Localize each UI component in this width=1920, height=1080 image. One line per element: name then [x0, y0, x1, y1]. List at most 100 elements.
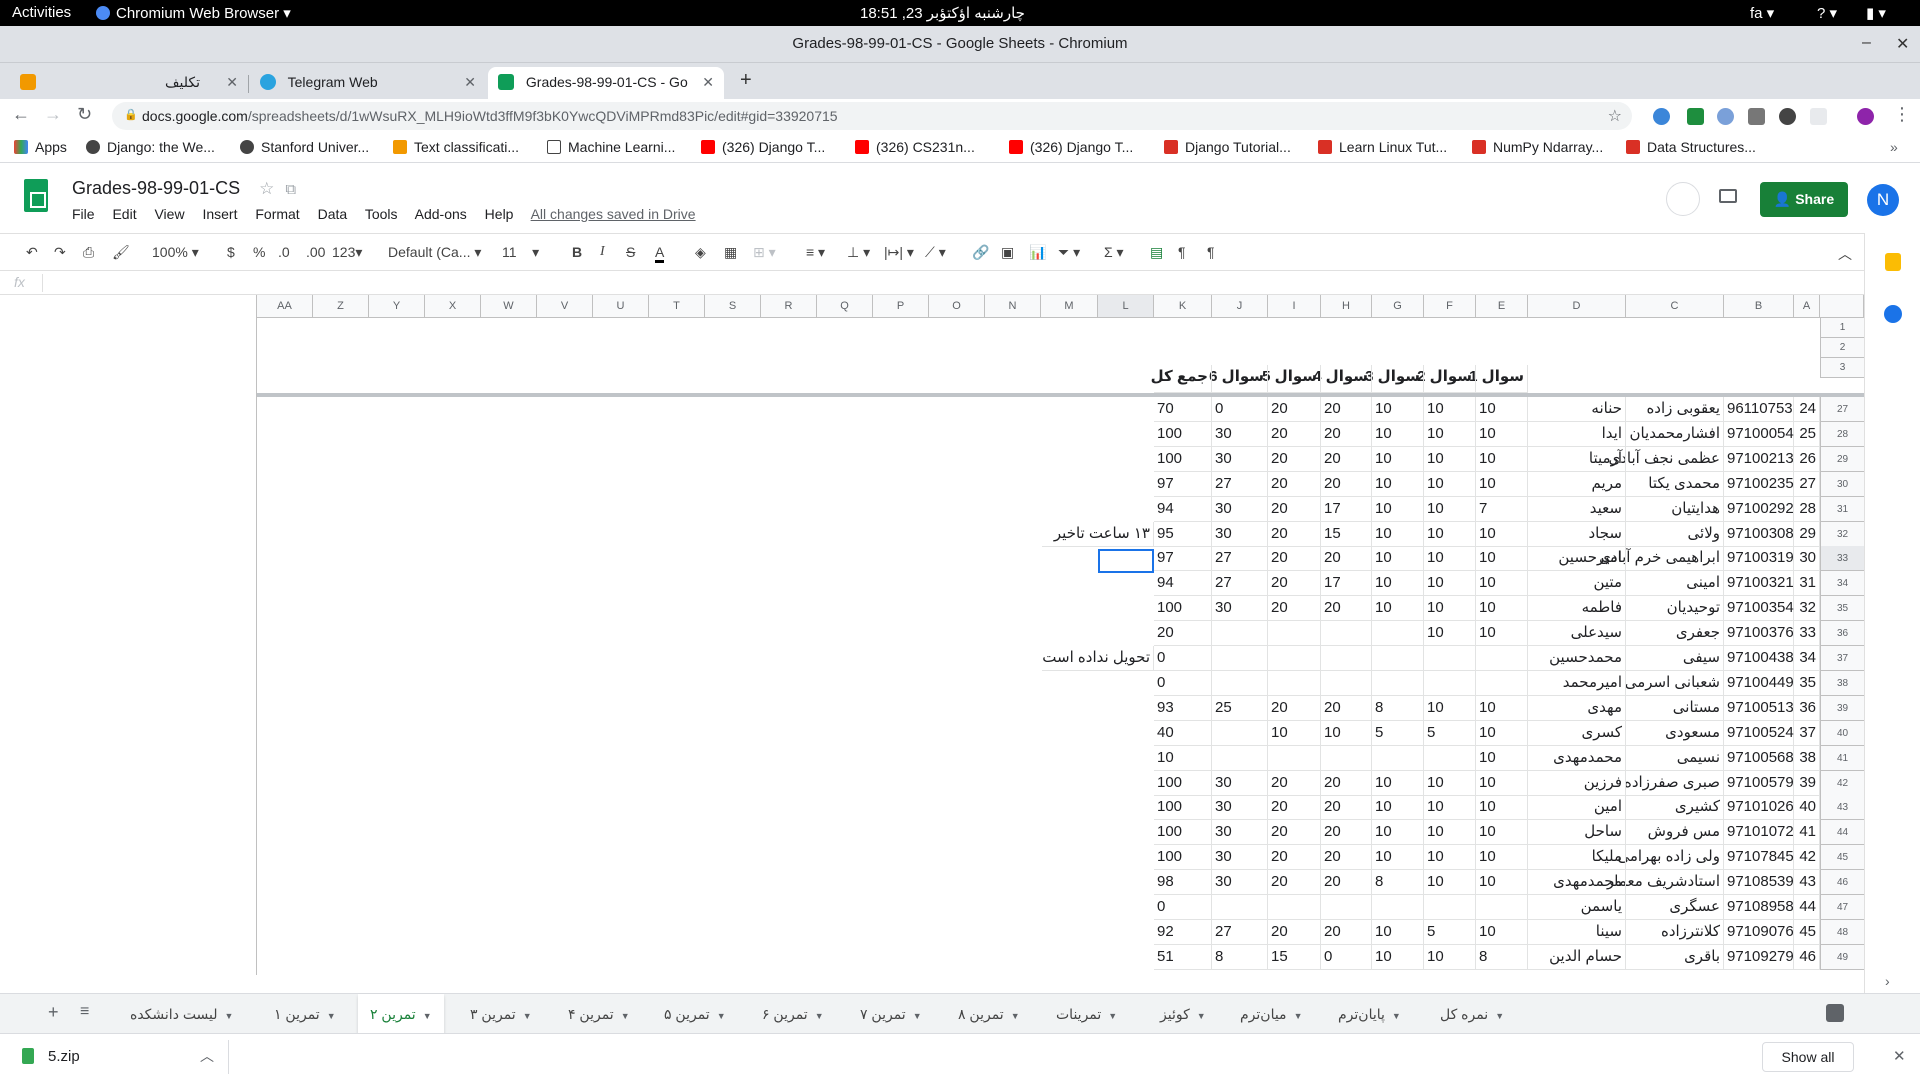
table-cell[interactable] [1372, 895, 1424, 920]
table-cell[interactable]: 20 [1268, 845, 1321, 870]
table-cell[interactable]: 20 [1321, 920, 1372, 945]
currency-button[interactable]: $ [227, 244, 235, 260]
sheet-tab-active[interactable]: تمرین ۲ ▼ [358, 994, 444, 1034]
table-cell[interactable]: 30 [1212, 497, 1268, 522]
table-cell[interactable]: 97100438 [1724, 646, 1794, 671]
column-header[interactable]: A [1794, 295, 1820, 318]
functions-icon[interactable]: Σ ▾ [1104, 244, 1124, 261]
column-title[interactable]: سوال 6 [1209, 365, 1268, 393]
table-cell[interactable]: 95 [1154, 522, 1212, 547]
table-cell[interactable]: 20 [1268, 795, 1321, 820]
table-cell[interactable]: 20 [1268, 820, 1321, 845]
table-cell[interactable] [1268, 621, 1321, 646]
table-cell[interactable]: 10 [1424, 845, 1476, 870]
column-header[interactable]: E [1476, 295, 1528, 318]
table-cell[interactable]: 31 [1794, 571, 1820, 596]
table-cell[interactable] [1212, 746, 1268, 771]
table-cell[interactable]: 10 [1424, 771, 1476, 796]
filter-icon[interactable]: ⏷ ▾ [1058, 244, 1080, 261]
translate-extension-icon[interactable] [1687, 108, 1704, 125]
table-cell[interactable]: 100 [1154, 771, 1212, 796]
table-cell[interactable]: 97101026 [1724, 795, 1794, 820]
table-cell[interactable]: یاسمن [1528, 895, 1626, 920]
sheet-tab[interactable]: کوئیز ▼ [1148, 994, 1218, 1034]
table-cell[interactable]: 15 [1268, 945, 1321, 970]
column-header[interactable]: X [425, 295, 481, 318]
sheet-tab[interactable]: تمرین ۴ ▼ [556, 994, 642, 1034]
table-cell[interactable]: 10 [1476, 845, 1528, 870]
row-header[interactable]: 33 [1820, 546, 1864, 571]
table-cell[interactable] [1424, 895, 1476, 920]
table-cell[interactable]: عظمی نجف آبادی [1609, 447, 1724, 472]
table-cell[interactable]: 30 [1212, 422, 1268, 447]
table-cell[interactable]: 8 [1476, 945, 1528, 970]
table-cell[interactable]: سیفی [1626, 646, 1724, 671]
bookmark-item[interactable]: Data Structures... [1626, 139, 1756, 155]
row-header[interactable]: 44 [1820, 820, 1864, 845]
table-cell[interactable]: 10 [1268, 721, 1321, 746]
menu-addons[interactable]: Add-ons [415, 206, 467, 222]
sheet-tab[interactable]: نمره کل ▼ [1428, 994, 1516, 1034]
table-cell[interactable]: 20 [1268, 920, 1321, 945]
table-cell[interactable]: 10 [1424, 546, 1476, 571]
font-size-select[interactable]: 11 ▾ [502, 244, 539, 261]
close-tab-icon[interactable]: ✕ [464, 74, 476, 91]
table-cell[interactable]: 25 [1212, 696, 1268, 721]
table-cell[interactable] [1372, 746, 1424, 771]
row-header[interactable]: 2 [1820, 338, 1864, 358]
column-header[interactable]: I [1268, 295, 1321, 318]
table-cell[interactable]: 10 [1424, 820, 1476, 845]
selected-cell[interactable] [1098, 549, 1154, 573]
text-wrapping-icon[interactable]: |↦| ▾ [884, 244, 914, 261]
reload-icon[interactable]: ↻ [77, 104, 92, 125]
table-cell[interactable] [1476, 671, 1528, 696]
column-title[interactable]: سوال 5 [1262, 365, 1321, 393]
menu-data[interactable]: Data [318, 206, 348, 222]
bookmark-item[interactable]: (326) Django T... [1009, 139, 1133, 155]
table-cell[interactable]: 7 [1476, 497, 1528, 522]
table-cell[interactable]: امینی [1626, 571, 1724, 596]
table-cell[interactable]: 29 [1794, 522, 1820, 547]
table-cell[interactable]: مستانی [1626, 696, 1724, 721]
table-cell[interactable]: 10 [1476, 920, 1528, 945]
table-cell[interactable]: 10 [1476, 795, 1528, 820]
menu-help[interactable]: Help [485, 206, 514, 222]
table-cell[interactable]: کسری [1528, 721, 1626, 746]
column-header[interactable]: AA [257, 295, 313, 318]
table-cell[interactable] [1212, 721, 1268, 746]
bookmark-item[interactable]: Text classificati... [393, 139, 519, 155]
table-cell[interactable]: 97100292 [1724, 497, 1794, 522]
table-cell[interactable]: 10 [1424, 397, 1476, 422]
fill-color-icon[interactable]: ◈ [695, 244, 706, 261]
row-header[interactable]: 3 [1820, 358, 1864, 378]
insert-comment-icon[interactable]: ▣ [1001, 244, 1014, 261]
table-cell[interactable] [1268, 646, 1321, 671]
sheet-tab[interactable]: تمرینات ▼ [1044, 994, 1129, 1034]
table-cell[interactable] [1476, 646, 1528, 671]
row-header[interactable]: 34 [1820, 571, 1864, 596]
table-cell[interactable]: 20 [1321, 820, 1372, 845]
column-header[interactable]: J [1212, 295, 1268, 318]
table-cell[interactable]: 20 [1321, 870, 1372, 895]
table-cell[interactable]: 15 [1321, 522, 1372, 547]
table-cell[interactable]: هدایتیان [1626, 497, 1724, 522]
text-rotation-icon[interactable]: ⟋ ▾ [925, 244, 946, 261]
column-header[interactable]: Y [369, 295, 425, 318]
table-cell[interactable]: 10 [1372, 771, 1424, 796]
table-cell[interactable]: 94 [1154, 571, 1212, 596]
table-cell[interactable]: امیرمحمد [1528, 671, 1626, 696]
table-cell[interactable]: 10 [1424, 696, 1476, 721]
battery-icon[interactable]: ▮ ▾ [1866, 4, 1886, 22]
table-cell[interactable]: 27 [1212, 546, 1268, 571]
bookmark-apps[interactable]: Apps [14, 139, 67, 155]
table-cell[interactable]: 10 [1372, 522, 1424, 547]
horizontal-align-icon[interactable]: ≡ ▾ [806, 244, 825, 261]
table-cell[interactable]: 20 [1268, 422, 1321, 447]
table-cell[interactable]: 20 [1321, 472, 1372, 497]
avatar[interactable]: N [1867, 184, 1899, 216]
column-header[interactable]: H [1321, 295, 1372, 318]
table-cell[interactable] [1212, 671, 1268, 696]
table-cell[interactable]: 8 [1372, 870, 1424, 895]
column-header[interactable]: N [985, 295, 1041, 318]
table-cell[interactable]: توحیدیان [1626, 596, 1724, 621]
